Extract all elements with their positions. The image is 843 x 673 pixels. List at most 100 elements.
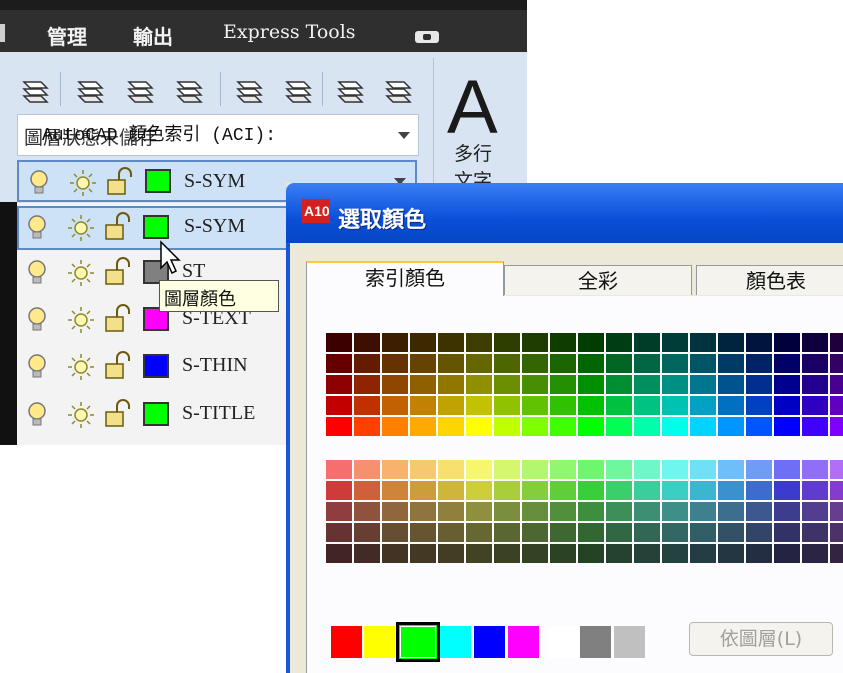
aci-color-cell[interactable] <box>634 333 660 352</box>
aci-color-cell[interactable] <box>774 523 800 542</box>
aci-color-cell[interactable] <box>410 481 436 500</box>
aci-color-cell[interactable] <box>578 375 604 394</box>
aci-color-cell[interactable] <box>410 375 436 394</box>
aci-color-cell[interactable] <box>802 544 828 563</box>
aci-color-cell[interactable] <box>746 481 772 500</box>
aci-color-cell[interactable] <box>634 481 660 500</box>
lightbulb-icon[interactable] <box>29 169 49 197</box>
aci-color-cell[interactable] <box>550 502 576 521</box>
aci-color-cell[interactable] <box>662 544 688 563</box>
aci-color-cell[interactable] <box>662 375 688 394</box>
aci-color-cell[interactable] <box>746 502 772 521</box>
aci-color-cell[interactable] <box>438 481 464 500</box>
aci-color-cell[interactable] <box>494 460 520 479</box>
aci-color-cell[interactable] <box>606 417 632 436</box>
sun-icon[interactable] <box>67 306 95 334</box>
aci-color-cell[interactable] <box>438 333 464 352</box>
aci-color-cell[interactable] <box>550 460 576 479</box>
standard-color-swatch[interactable] <box>614 626 645 658</box>
aci-color-cell[interactable] <box>718 354 744 373</box>
aci-color-cell[interactable] <box>662 354 688 373</box>
aci-color-cell[interactable] <box>550 333 576 352</box>
aci-color-cell[interactable] <box>382 333 408 352</box>
layer-freeze-icon[interactable] <box>384 72 413 105</box>
aci-color-cell[interactable] <box>494 544 520 563</box>
aci-color-cell[interactable] <box>326 396 352 415</box>
aci-color-cell[interactable] <box>410 502 436 521</box>
unlock-icon[interactable] <box>104 212 134 242</box>
lightbulb-icon[interactable] <box>27 353 47 381</box>
unlock-icon[interactable] <box>106 167 136 197</box>
aci-color-cell[interactable] <box>326 523 352 542</box>
aci-color-cell[interactable] <box>606 354 632 373</box>
aci-color-cell[interactable] <box>550 354 576 373</box>
aci-color-cell[interactable] <box>578 460 604 479</box>
aci-color-cell[interactable] <box>802 396 828 415</box>
aci-color-cell[interactable] <box>522 481 548 500</box>
sun-icon[interactable] <box>69 169 97 197</box>
aci-color-cell[interactable] <box>690 396 716 415</box>
aci-color-cell[interactable] <box>354 354 380 373</box>
aci-color-cell[interactable] <box>326 502 352 521</box>
layer-match-icon[interactable] <box>126 72 155 105</box>
aci-color-cell[interactable] <box>830 460 843 479</box>
aci-color-cell[interactable] <box>746 354 772 373</box>
aci-color-cell[interactable] <box>606 523 632 542</box>
aci-color-cell[interactable] <box>382 460 408 479</box>
aci-color-cell[interactable] <box>522 396 548 415</box>
aci-color-cell[interactable] <box>326 544 352 563</box>
layer-walk-icon[interactable] <box>76 72 105 105</box>
aci-color-cell[interactable] <box>718 544 744 563</box>
aci-color-cell[interactable] <box>326 481 352 500</box>
aci-color-cell[interactable] <box>466 333 492 352</box>
aci-color-cell[interactable] <box>410 460 436 479</box>
aci-color-cell[interactable] <box>410 396 436 415</box>
aci-color-cell[interactable] <box>354 333 380 352</box>
aci-color-cell[interactable] <box>802 481 828 500</box>
aci-color-cell[interactable] <box>690 417 716 436</box>
aci-color-cell[interactable] <box>690 523 716 542</box>
aci-color-cell[interactable] <box>578 396 604 415</box>
aci-color-cell[interactable] <box>354 375 380 394</box>
aci-color-cell[interactable] <box>606 481 632 500</box>
aci-color-cell[interactable] <box>802 460 828 479</box>
aci-color-cell[interactable] <box>578 333 604 352</box>
aci-color-cell[interactable] <box>326 460 352 479</box>
sun-icon[interactable] <box>67 401 95 429</box>
aci-color-cell[interactable] <box>634 417 660 436</box>
aci-color-cell[interactable] <box>438 502 464 521</box>
aci-color-cell[interactable] <box>830 481 843 500</box>
aci-color-cell[interactable] <box>522 333 548 352</box>
aci-color-cell[interactable] <box>438 354 464 373</box>
aci-color-cell[interactable] <box>606 502 632 521</box>
tab-index-color[interactable]: 索引顏色 <box>306 261 504 297</box>
lightbulb-icon[interactable] <box>27 214 47 242</box>
aci-color-cell[interactable] <box>354 460 380 479</box>
aci-color-cell[interactable] <box>354 544 380 563</box>
aci-color-cell[interactable] <box>718 523 744 542</box>
layer-color-swatch[interactable] <box>143 402 169 426</box>
standard-color-swatch[interactable] <box>474 626 505 658</box>
aci-color-cell[interactable] <box>354 417 380 436</box>
aci-color-cell[interactable] <box>690 544 716 563</box>
standard-color-swatch[interactable] <box>548 626 579 658</box>
aci-color-cell[interactable] <box>578 502 604 521</box>
aci-color-cell[interactable] <box>634 544 660 563</box>
aci-color-cell[interactable] <box>774 333 800 352</box>
aci-color-cell[interactable] <box>466 396 492 415</box>
aci-color-cell[interactable] <box>578 354 604 373</box>
aci-color-cell[interactable] <box>466 460 492 479</box>
aci-color-cell[interactable] <box>662 481 688 500</box>
aci-color-cell[interactable] <box>354 523 380 542</box>
aci-color-cell[interactable] <box>494 375 520 394</box>
aci-color-cell[interactable] <box>550 396 576 415</box>
aci-color-cell[interactable] <box>410 333 436 352</box>
aci-color-cell[interactable] <box>802 333 828 352</box>
layer-previous-icon[interactable] <box>175 72 204 105</box>
aci-color-cell[interactable] <box>690 333 716 352</box>
sun-icon[interactable] <box>67 259 95 287</box>
aci-color-cell[interactable] <box>522 375 548 394</box>
aci-color-cell[interactable] <box>382 523 408 542</box>
unlock-icon[interactable] <box>104 399 134 429</box>
aci-color-cell[interactable] <box>382 375 408 394</box>
